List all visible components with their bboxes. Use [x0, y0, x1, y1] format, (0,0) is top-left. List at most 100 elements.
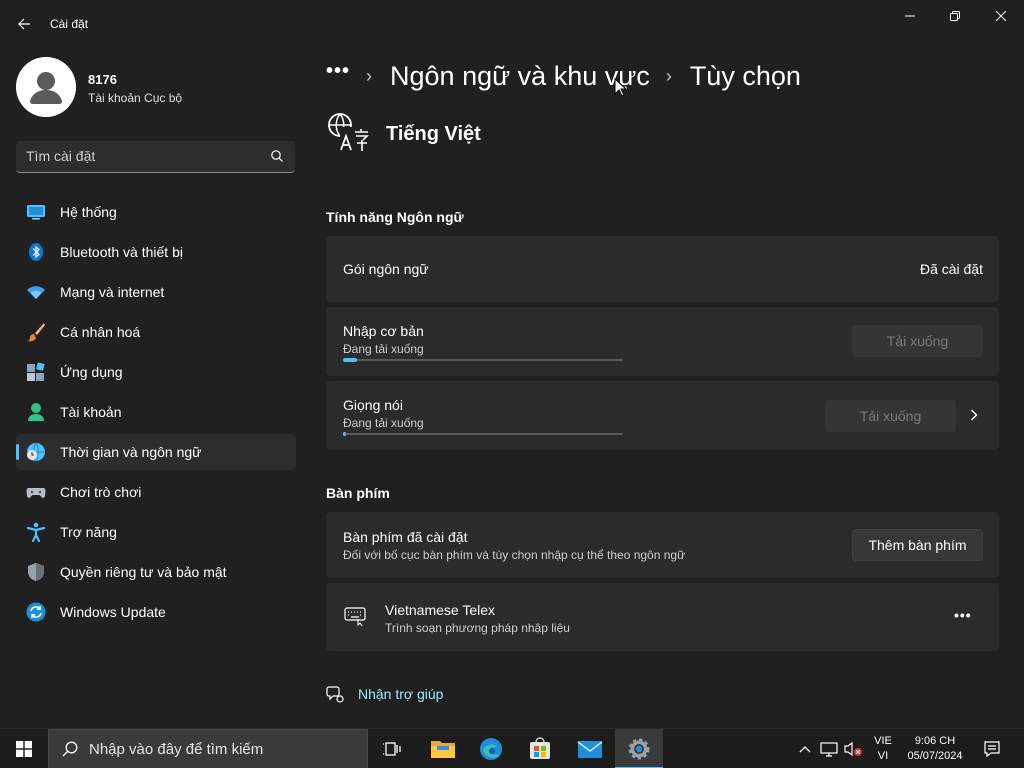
accessibility-icon [26, 522, 46, 542]
chevron-up-icon [799, 746, 811, 753]
basic-typing-card: Nhập cơ bản Đang tải xuống Tải xuống [326, 307, 999, 376]
mail-button[interactable] [566, 729, 614, 768]
get-help-link[interactable]: Nhận trợ giúp [358, 686, 443, 702]
edge-icon [480, 738, 502, 760]
language-pack-card: Gói ngôn ngữ Đã cài đặt [326, 236, 999, 302]
keyboard-item-title: Vietnamese Telex [385, 602, 495, 618]
download-speech-button[interactable]: Tải xuống [825, 400, 956, 432]
sidebar-item-gaming[interactable]: Chơi trò chơi [16, 474, 296, 510]
sidebar-item-accounts[interactable]: Tài khoản [16, 394, 296, 430]
task-view-button[interactable] [368, 729, 416, 768]
breadcrumb-parent[interactable]: Ngôn ngữ và khu vực [390, 61, 650, 92]
installed-keyboards-description: Đối với bố cục bàn phím và tùy chọn nhập… [343, 548, 686, 562]
basic-typing-title: Nhập cơ bản [343, 323, 424, 339]
language-indicator: VIE [874, 735, 892, 747]
title-bar: Cài đặt [0, 0, 1024, 48]
profile-account-type: Tài khoản Cục bộ [88, 91, 183, 105]
clock-time: 9:06 CH [914, 735, 956, 747]
notifications-button[interactable] [978, 729, 1006, 768]
monitor-icon [27, 205, 45, 220]
settings-taskbar-button[interactable] [615, 729, 663, 768]
microsoft-store-button[interactable] [516, 729, 564, 768]
basic-typing-progress-fill [343, 358, 357, 362]
speech-progress [343, 432, 623, 436]
back-button[interactable] [8, 8, 40, 40]
breadcrumb: ••• › Ngôn ngữ và khu vực › Tùy chọn [326, 56, 801, 96]
chevron-right-icon [971, 409, 978, 421]
speech-card[interactable]: Giọng nói Đang tải xuống Tải xuống [326, 381, 999, 450]
app-title: Cài đặt [50, 17, 89, 31]
page-title: Tiếng Việt [386, 123, 481, 145]
sidebar-item-accessibility[interactable]: Trợ năng [16, 514, 296, 550]
installed-keyboards-card: Bàn phím đã cài đặt Đối với bố cục bàn p… [326, 512, 999, 578]
wifi-icon [27, 286, 45, 299]
network-icon [820, 742, 838, 757]
taskbar-search[interactable]: Nhập vào đây để tìm kiếm [48, 729, 368, 768]
apps-icon [27, 362, 45, 381]
edge-browser-button[interactable] [467, 729, 515, 768]
clock-date: 05/07/2024 [907, 750, 963, 762]
sidebar-item-bluetooth[interactable]: Bluetooth và thiết bị [16, 234, 296, 270]
paintbrush-icon [27, 323, 45, 342]
language-pack-title: Gói ngôn ngữ [343, 261, 429, 277]
sidebar-item-privacy[interactable]: Quyền riêng tư và bảo mật [16, 554, 296, 590]
tray-overflow-button[interactable] [796, 729, 814, 768]
sidebar-item-time-language[interactable]: Thời gian và ngôn ngữ [16, 434, 296, 470]
close-icon [996, 11, 1006, 21]
update-icon [26, 602, 46, 622]
search-icon [62, 741, 78, 757]
shield-icon [28, 563, 44, 581]
sidebar-item-network[interactable]: Mạng và internet [16, 274, 296, 310]
user-silhouette-icon [16, 57, 76, 117]
search-icon [271, 150, 283, 162]
bluetooth-icon [29, 243, 43, 261]
download-basic-typing-button[interactable]: Tải xuống [852, 325, 983, 357]
add-keyboard-button[interactable]: Thêm bàn phím [852, 529, 983, 561]
mouse-cursor-icon [614, 78, 626, 97]
notification-icon [984, 741, 1000, 757]
start-button[interactable] [0, 729, 48, 768]
help-section[interactable]: Nhận trợ giúp [326, 684, 443, 704]
speech-progress-fill [343, 432, 346, 436]
breadcrumb-current: Tùy chọn [689, 60, 801, 91]
network-tray-button[interactable] [818, 729, 840, 768]
gamepad-icon [26, 488, 46, 498]
avatar[interactable] [16, 57, 76, 117]
sidebar-nav: Hệ thống Bluetooth và thiết bị Mạng và i… [16, 194, 296, 634]
file-explorer-button[interactable] [419, 729, 467, 768]
minimize-button[interactable] [887, 0, 933, 32]
sidebar-item-windows-update[interactable]: Windows Update [16, 594, 296, 630]
chevron-right-icon: › [366, 65, 373, 86]
folder-icon [431, 741, 455, 758]
chevron-right-icon: › [665, 65, 672, 86]
installed-keyboards-title: Bàn phím đã cài đặt [343, 529, 468, 545]
breadcrumb-more-button[interactable]: ••• [326, 60, 350, 83]
keyboard-item-subtitle: Trình soạn phương pháp nhập liệu [385, 621, 570, 635]
sidebar-item-system[interactable]: Hệ thống [16, 194, 296, 230]
maximize-button[interactable] [932, 0, 978, 32]
keyboard-icon [344, 607, 366, 627]
restore-icon [950, 11, 960, 21]
section-heading-language-features: Tính năng Ngôn ngữ [326, 209, 464, 225]
sidebar-item-personalization[interactable]: Cá nhân hoá [16, 314, 296, 350]
windows-logo-icon [16, 741, 32, 757]
profile-name: 8176 [88, 72, 117, 87]
search-input[interactable] [26, 148, 256, 164]
keyboard-item-more-button[interactable]: ••• [954, 607, 972, 623]
settings-search[interactable] [16, 141, 295, 173]
account-icon [28, 403, 44, 421]
section-heading-keyboard: Bàn phím [326, 485, 390, 501]
input-language-button[interactable]: VIE VI [868, 729, 898, 768]
sidebar-item-apps[interactable]: Ứng dụng [16, 354, 296, 390]
input-method-indicator: VI [877, 750, 889, 762]
taskbar-search-placeholder: Nhập vào đây để tìm kiếm [89, 741, 264, 758]
taskbar: Nhập vào đây để tìm kiếm VIE VI 9:06 CH … [0, 728, 1024, 768]
speech-status: Đang tải xuống [343, 416, 424, 430]
speech-title: Giọng nói [343, 397, 403, 413]
basic-typing-status: Đang tải xuống [343, 342, 424, 356]
back-arrow-icon [18, 18, 30, 30]
volume-tray-button[interactable] [842, 729, 864, 768]
clock-button[interactable]: 9:06 CH 05/07/2024 [902, 729, 968, 768]
close-button[interactable] [978, 0, 1024, 32]
help-chat-icon [326, 686, 344, 703]
